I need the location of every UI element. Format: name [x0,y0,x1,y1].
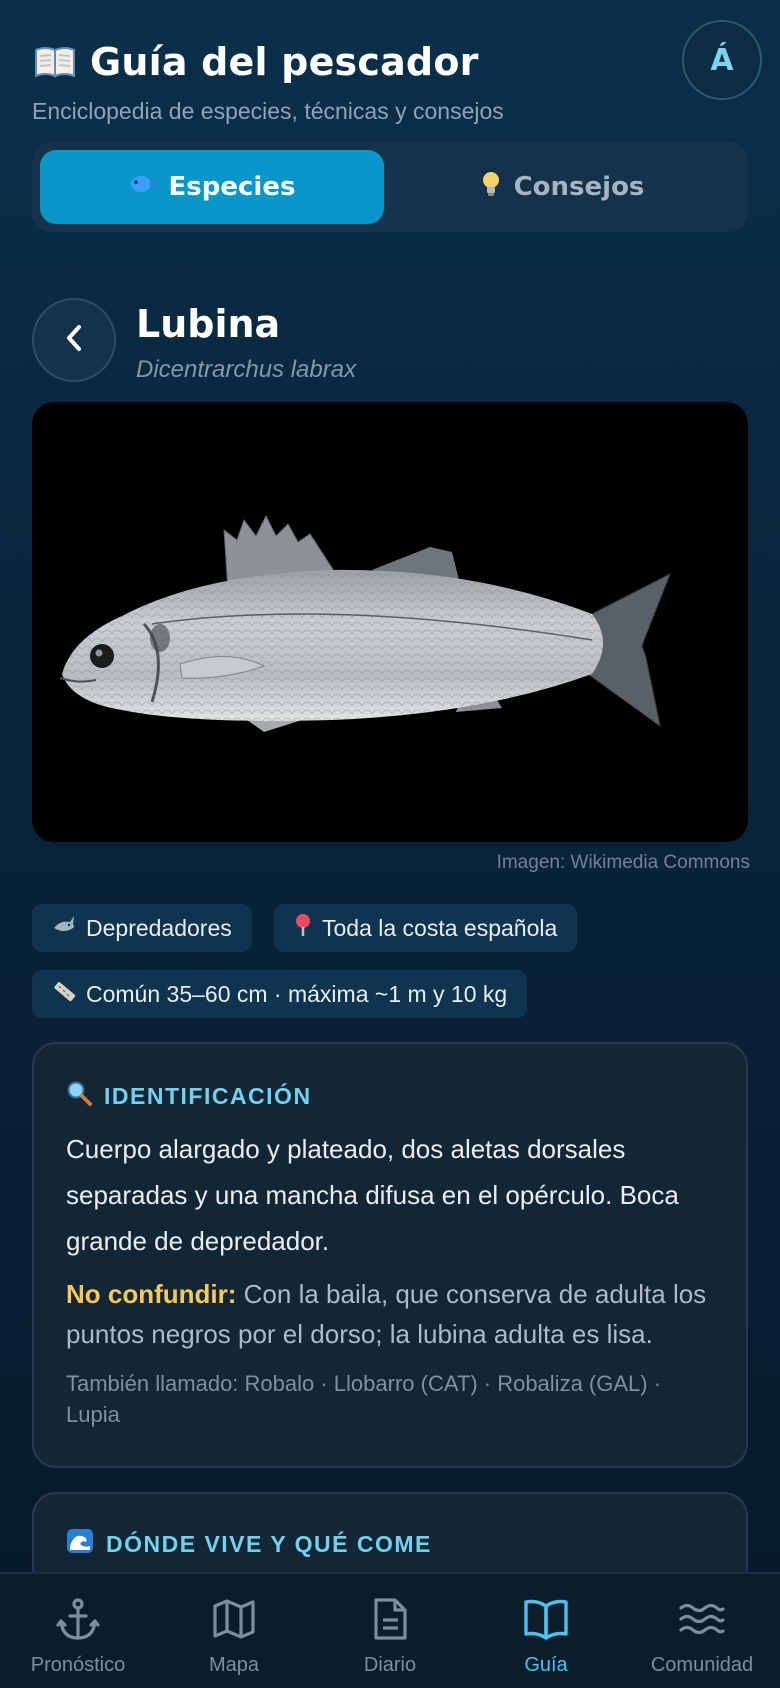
anchor-icon [55,1596,101,1646]
section-tabs: Especies Consejos [32,142,748,232]
fish-icon [129,172,157,202]
tab-label: Especies [168,172,296,202]
image-credit: Imagen: Wikimedia Commons [496,852,750,873]
tag-label: Depredadores [86,914,232,941]
book-icon [522,1596,570,1646]
map-icon [211,1596,257,1646]
ruler-icon [52,979,76,1009]
tag-chip-region: Toda la costa española [274,904,578,952]
page-header: Guía del pescador [34,40,479,84]
tag-chip-group: Depredadores [32,904,252,952]
nav-item-guia[interactable]: Guía [468,1574,624,1688]
tag-chip-size: Común 35–60 cm · máxima ~1 m y 10 kg [32,970,528,1018]
common-names: También llamado: Robalo · Llobarro (CAT)… [66,1371,662,1427]
identification-card: IDENTIFICACIÓN Cuerpo alargado y platead… [32,1042,748,1468]
tag-label: Toda la costa española [322,914,558,941]
wave-icon [66,1528,94,1560]
confusion-note: No confundir: Con la baila, que conserva… [66,1274,714,1354]
open-book-icon [34,45,76,79]
page-title: Guía del pescador [90,40,479,84]
bottom-navigation: Pronóstico Mapa Diario Guía Comunidad [0,1572,780,1688]
nav-item-mapa[interactable]: Mapa [156,1574,312,1688]
document-icon [367,1596,413,1646]
tag-label: Común 35–60 cm · máxima ~1 m y 10 kg [86,980,508,1007]
magnifier-icon [66,1080,92,1112]
card-heading: DÓNDE VIVE Y QUÉ COME [66,1528,714,1560]
nav-item-pronostico[interactable]: Pronóstico [0,1574,156,1688]
identification-text: Cuerpo alargado y plateado, dos aletas d… [66,1134,679,1256]
tab-consejos[interactable]: Consejos [384,150,740,224]
card-heading: IDENTIFICACIÓN [66,1080,714,1112]
shark-icon [52,914,76,942]
pin-icon [294,913,312,943]
nav-item-comunidad[interactable]: Comunidad [624,1574,780,1688]
species-photo [32,402,748,842]
species-scientific-name: Dicentrarchus labrax [136,356,357,383]
confusion-label: No confundir: [66,1279,237,1309]
lightbulb-icon [480,170,502,205]
tab-label: Consejos [513,172,645,202]
language-button[interactable]: Á [682,20,762,100]
nav-item-diario[interactable]: Diario [312,1574,468,1688]
page-subtitle: Enciclopedia de especies, técnicas y con… [32,98,504,124]
back-button[interactable] [32,298,116,382]
species-name: Lubina [136,302,281,346]
chevron-left-icon [63,323,85,357]
tab-especies[interactable]: Especies [40,150,384,224]
waves-icon [678,1596,726,1646]
